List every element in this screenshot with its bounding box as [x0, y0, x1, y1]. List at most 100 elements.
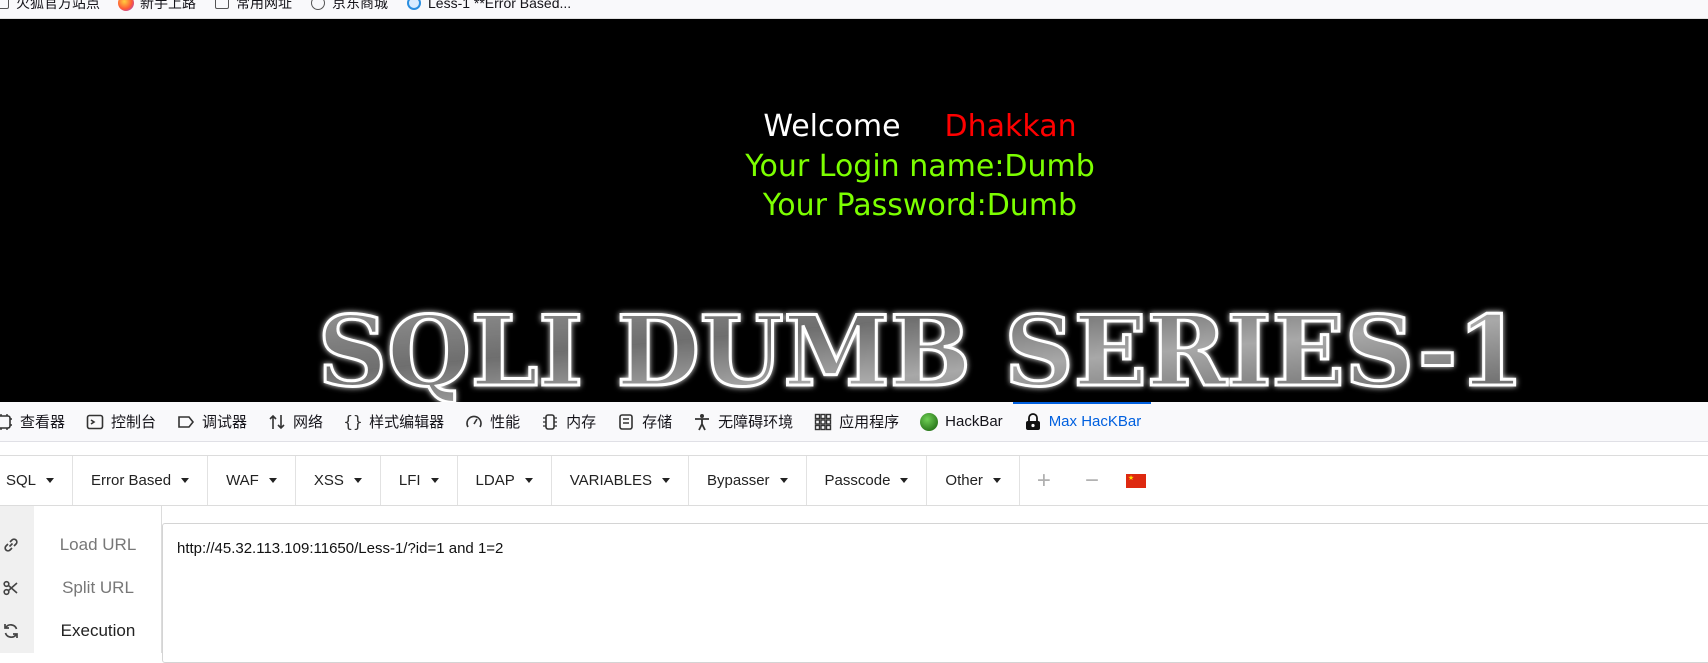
tab-style-editor[interactable]: {} 样式编辑器 — [333, 402, 454, 442]
hackbar-actions: Load URL Split URL Execution — [34, 506, 162, 653]
increase-button[interactable]: + — [1020, 456, 1068, 505]
url-textarea[interactable]: http://45.32.113.109:11650/Less-1/?id=1 … — [162, 523, 1708, 663]
tab-label: 查看器 — [20, 414, 66, 431]
tab-label: Max HacKBar — [1048, 413, 1142, 430]
refresh-icon[interactable] — [0, 620, 22, 642]
style-editor-icon: {} — [343, 412, 363, 431]
menu-ldap[interactable]: LDAP — [458, 456, 552, 505]
caret-down-icon — [779, 478, 788, 483]
menu-label: VARIABLES — [569, 472, 652, 489]
login-name-text: Your Login name:Dumb — [745, 149, 1095, 184]
bookmark-item[interactable]: 常用网址 — [214, 0, 292, 12]
menu-label: LDAP — [475, 472, 515, 489]
welcome-line: Welcome Dhakkan — [0, 107, 1708, 147]
caret-down-icon — [524, 478, 533, 483]
tab-console[interactable]: 控制台 — [75, 402, 166, 442]
caret-down-icon — [181, 478, 190, 483]
hackbar-panel: Load URL Split URL Execution http://45.3… — [0, 506, 1708, 663]
hackbar-icon — [919, 412, 939, 432]
bookmark-label: 火狐官方站点 — [16, 0, 100, 11]
memory-icon — [540, 412, 560, 432]
bookmark-item[interactable]: Less-1 **Error Based... — [406, 0, 571, 12]
menu-sql[interactable]: SQL — [0, 456, 74, 505]
application-icon — [813, 412, 833, 432]
caret-down-icon — [662, 478, 670, 483]
tab-label: 性能 — [490, 414, 521, 431]
tab-label: HackBar — [945, 413, 1003, 430]
tab-label: 控制台 — [111, 414, 157, 431]
tab-hackbar[interactable]: HackBar — [909, 402, 1013, 442]
load-url-button[interactable]: Load URL — [34, 535, 162, 555]
bookmark-item[interactable]: 火狐官方站点 — [0, 0, 100, 12]
site-icon — [406, 0, 422, 11]
menu-passcode[interactable]: Passcode — [807, 456, 928, 505]
minus-icon: − — [1084, 466, 1099, 494]
tab-application[interactable]: 应用程序 — [803, 402, 909, 442]
page-content: Welcome Dhakkan Your Login name:Dumb Your… — [0, 19, 1708, 402]
folder-icon — [0, 0, 10, 11]
password-text: Your Password:Dumb — [762, 188, 1078, 223]
menu-label: Passcode — [824, 472, 891, 489]
execution-button[interactable]: Execution — [34, 621, 162, 641]
caret-down-icon — [900, 478, 909, 483]
split-url-button[interactable]: Split URL — [34, 578, 162, 598]
tab-accessibility[interactable]: 无障碍环境 — [682, 402, 803, 442]
link-icon[interactable] — [0, 534, 22, 556]
tab-label: 调试器 — [202, 414, 248, 431]
tab-network[interactable]: 网络 — [257, 402, 333, 442]
debugger-icon — [176, 412, 196, 432]
tab-label: 样式编辑器 — [369, 414, 445, 431]
sqli-dumb-series-banner: SQLI DUMB SERIES-1 — [316, 303, 1525, 402]
menu-bypasser[interactable]: Bypasser — [689, 456, 807, 505]
tab-inspector[interactable]: 查看器 — [0, 402, 75, 442]
menu-label: WAF — [226, 472, 259, 489]
bookmark-label: Less-1 **Error Based... — [428, 0, 572, 11]
tab-label: 内存 — [566, 414, 597, 431]
menu-waf[interactable]: WAF — [208, 456, 296, 505]
caret-down-icon — [46, 478, 55, 483]
china-flag-icon[interactable] — [1125, 473, 1146, 488]
tab-label: 网络 — [293, 414, 324, 431]
tab-storage[interactable]: 存储 — [606, 402, 682, 442]
tab-label: 无障碍环境 — [718, 414, 794, 431]
menu-label: Other — [945, 472, 983, 489]
bookmark-label: 常用网址 — [236, 0, 292, 11]
globe-icon — [310, 0, 326, 11]
scissors-icon[interactable] — [0, 577, 22, 599]
tab-label: 应用程序 — [839, 414, 900, 431]
plus-icon: + — [1036, 466, 1051, 494]
console-icon — [85, 412, 105, 432]
menu-label: Error Based — [91, 472, 172, 489]
bookmark-label: 京东商城 — [332, 0, 388, 11]
bookmark-label: 新手上路 — [140, 0, 196, 11]
decrease-button[interactable]: − — [1068, 456, 1116, 505]
bookmark-item[interactable]: 京东商城 — [310, 0, 388, 12]
menu-label: LFI — [398, 472, 421, 489]
storage-icon — [616, 412, 636, 432]
menu-xss[interactable]: XSS — [296, 456, 381, 505]
tab-memory[interactable]: 内存 — [530, 402, 606, 442]
caret-down-icon — [268, 478, 277, 483]
folder-icon — [214, 0, 230, 11]
bookmark-item[interactable]: 新手上路 — [118, 0, 196, 12]
caret-down-icon — [992, 478, 1001, 483]
accessibility-icon — [692, 412, 712, 432]
url-text: http://45.32.113.109:11650/Less-1/?id=1 … — [177, 540, 504, 557]
welcome-name: Dhakkan — [944, 109, 1077, 144]
devtools-tabbar: 查看器 控制台 调试器 网络 {} 样式编辑器 性能 内存 存储 无障碍环境 应… — [0, 401, 1708, 442]
menu-label: SQL — [6, 472, 37, 489]
menu-label: Bypasser — [707, 472, 770, 489]
network-icon — [267, 412, 287, 432]
bookmarks-toolbar: 火狐官方站点 新手上路 常用网址 京东商城 Less-1 **Error Bas… — [0, 0, 1708, 19]
performance-icon — [464, 412, 484, 432]
menu-variables[interactable]: VARIABLES — [552, 456, 689, 505]
menu-lfi[interactable]: LFI — [381, 456, 458, 505]
firefox-icon — [118, 0, 134, 11]
tab-label: 存储 — [642, 414, 673, 431]
tab-debugger[interactable]: 调试器 — [166, 402, 257, 442]
inspector-icon — [0, 412, 14, 432]
menu-other[interactable]: Other — [927, 456, 1020, 505]
tab-max-hackbar[interactable]: Max HacKBar — [1012, 401, 1152, 442]
tab-performance[interactable]: 性能 — [454, 402, 530, 442]
menu-error-based[interactable]: Error Based — [73, 456, 209, 505]
